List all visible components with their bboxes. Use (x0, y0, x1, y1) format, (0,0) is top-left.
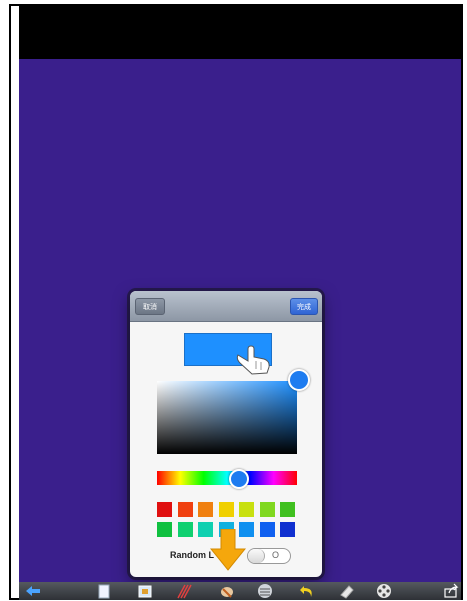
color-swatch[interactable] (280, 522, 295, 537)
random-toggle[interactable]: O (247, 548, 291, 564)
pencils-icon[interactable] (176, 583, 192, 599)
color-swatch[interactable] (177, 502, 193, 517)
color-swatch[interactable] (259, 522, 275, 537)
random-label: Random L (170, 550, 214, 560)
cancel-button[interactable]: 取消 (135, 298, 165, 315)
color-swatch[interactable] (177, 522, 193, 537)
page-icon[interactable] (96, 583, 112, 599)
undo-icon[interactable] (299, 583, 315, 599)
back-arrow-icon[interactable] (25, 583, 41, 599)
toggle-state-label: O (272, 550, 280, 560)
hand-pointer-icon (236, 345, 270, 375)
color-swatch[interactable] (218, 502, 234, 517)
color-swatch[interactable] (280, 502, 295, 517)
saturation-handle[interactable] (288, 369, 310, 391)
eraser-icon[interactable] (339, 583, 355, 599)
color-swatch[interactable] (157, 522, 172, 537)
hue-slider[interactable] (157, 471, 297, 485)
film-reel-icon[interactable] (376, 583, 392, 599)
color-swatch[interactable] (259, 502, 275, 517)
top-bar (19, 6, 461, 59)
toggle-knob[interactable] (248, 549, 265, 563)
line-width-icon[interactable] (257, 583, 273, 599)
bottom-toolbar (19, 582, 461, 600)
color-swatch[interactable] (198, 502, 213, 517)
done-button[interactable]: 完成 (290, 298, 318, 315)
color-swatch[interactable] (157, 502, 172, 517)
arrow-down-icon (210, 529, 246, 571)
share-icon[interactable] (443, 583, 459, 599)
popover-header: 取消 完成 (130, 291, 322, 322)
brush-icon[interactable] (219, 583, 235, 599)
hue-handle[interactable] (229, 469, 249, 489)
image-icon[interactable] (137, 583, 153, 599)
saturation-brightness-picker[interactable] (157, 381, 297, 454)
color-swatch[interactable] (239, 502, 254, 517)
